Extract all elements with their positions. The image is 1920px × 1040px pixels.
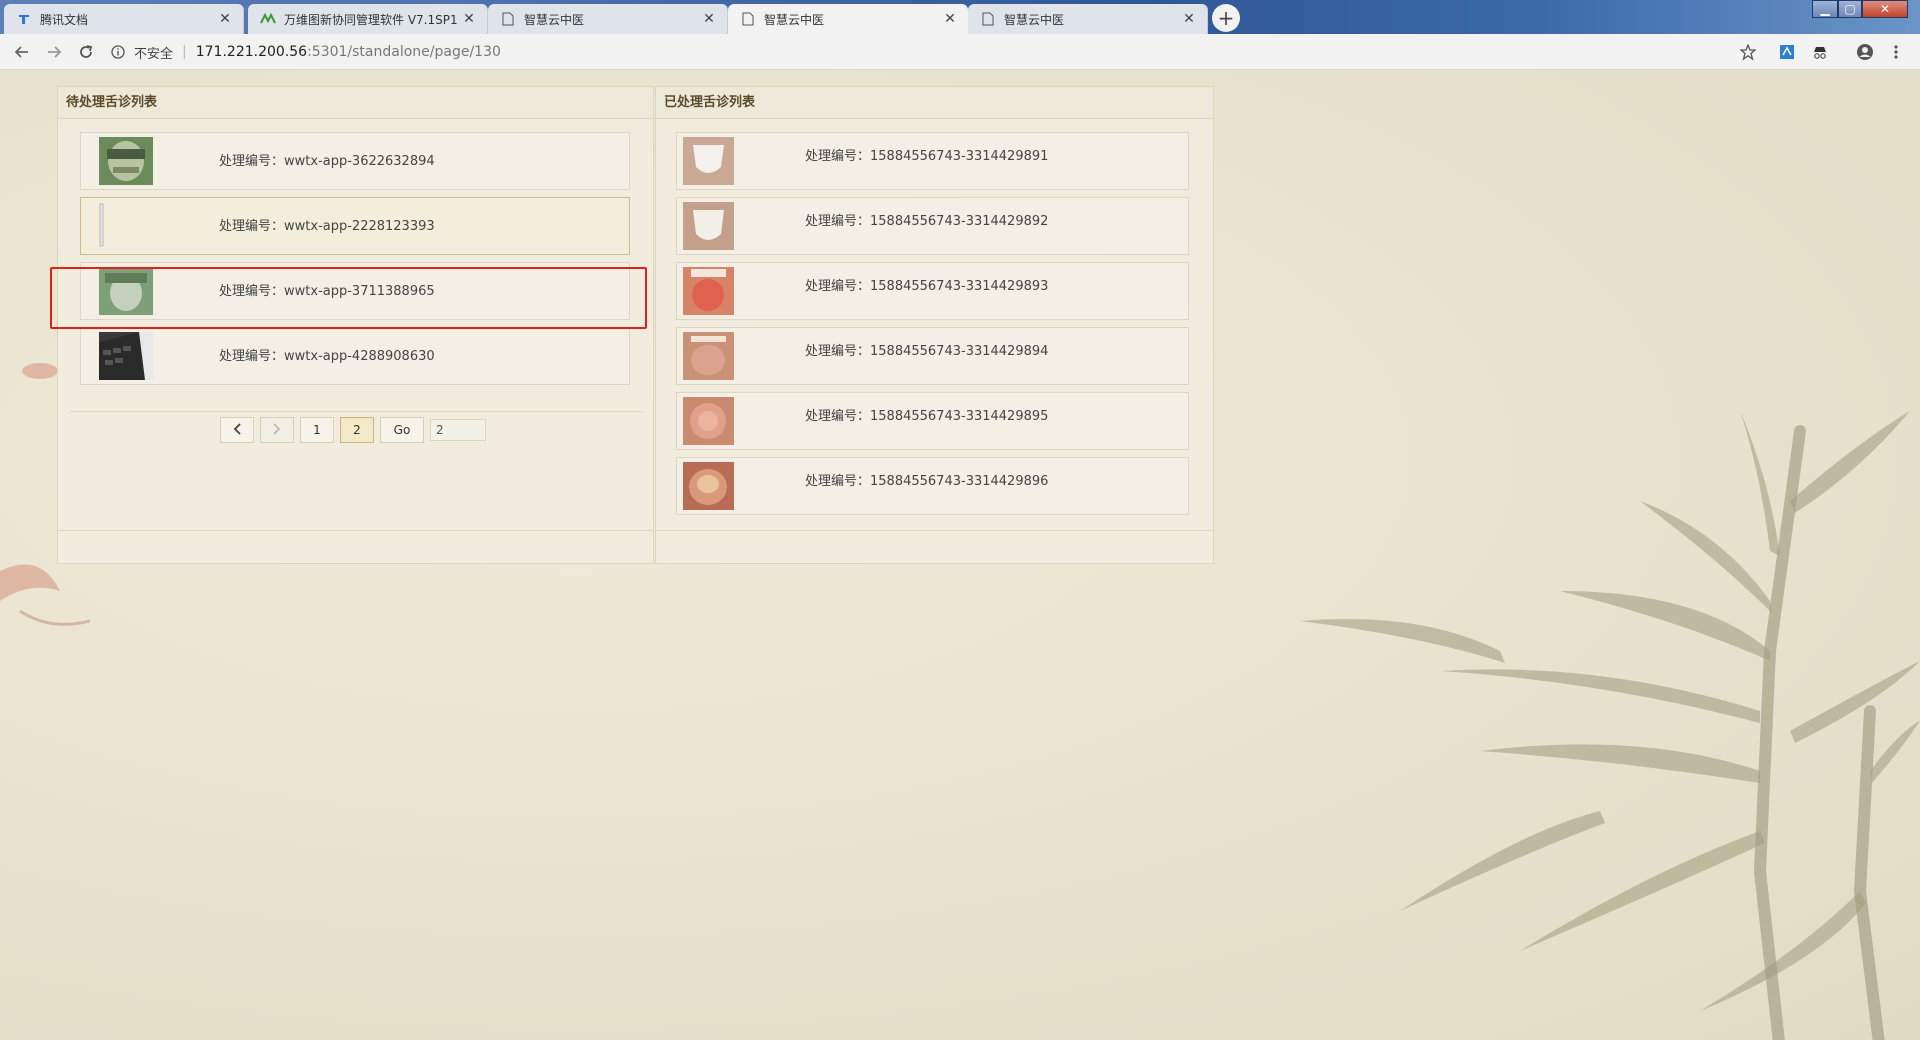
processed-list-panel: 已处理舌诊列表 处理编号：15884556743-3314429891 处理编号… [655, 86, 1214, 564]
pending-list-item[interactable]: 处理编号：wwtx-app-2228123393 [80, 197, 630, 255]
processed-list-item[interactable]: 处理编号：15884556743-3314429892 [676, 197, 1189, 255]
tab-strip: 腾讯文档 ✕ 万维图新协同管理软件 V7.1SP1 ✕ 智慧云中医 ✕ 智慧云中… [0, 0, 1920, 34]
item-label: 处理编号：wwtx-app-2228123393 [219, 219, 435, 234]
incognito-icon[interactable] [1808, 40, 1832, 64]
panel-footer [58, 530, 653, 563]
item-label: 处理编号：wwtx-app-3622632894 [219, 154, 435, 169]
close-icon[interactable]: ✕ [701, 11, 717, 27]
page-icon [500, 11, 516, 27]
blank-photo-thumbnail [99, 202, 153, 250]
browser-tab-3[interactable]: 智慧云中医 ✕ [488, 4, 728, 34]
processed-list-item[interactable]: 处理编号：15884556743-3314429891 [676, 132, 1189, 190]
processed-list-title: 已处理舌诊列表 [656, 87, 1213, 119]
tongue-photo-thumbnail [683, 332, 734, 380]
pending-list-item[interactable]: 处理编号：wwtx-app-3622632894 [80, 132, 630, 190]
pending-list-title: 待处理舌诊列表 [58, 87, 653, 119]
menu-icon[interactable] [1884, 40, 1908, 64]
keyboard-photo-thumbnail [99, 332, 153, 380]
processed-list-item[interactable]: 处理编号：15884556743-3314429895 [676, 392, 1189, 450]
tab-title: 智慧云中医 [524, 12, 585, 27]
profile-icon[interactable] [1853, 40, 1877, 64]
close-icon[interactable]: ✕ [1181, 11, 1197, 27]
url-host: 171.221.200.56 [195, 44, 308, 60]
selection-highlight [50, 267, 647, 329]
tencent-docs-icon [16, 11, 32, 27]
chevron-right-icon [273, 422, 281, 438]
chevron-left-icon [233, 422, 241, 438]
page-button-1[interactable]: 1 [300, 417, 334, 443]
next-page-button[interactable] [260, 417, 294, 443]
item-label: 处理编号：15884556743-3314429893 [805, 279, 1049, 294]
extension-icon[interactable] [1775, 40, 1799, 64]
maximize-button[interactable]: ▢ [1838, 0, 1862, 18]
close-window-button[interactable]: ✕ [1862, 0, 1908, 18]
tongue-photo-thumbnail [683, 202, 734, 250]
item-label: 处理编号：15884556743-3314429891 [805, 149, 1049, 164]
close-icon[interactable]: ✕ [217, 11, 233, 27]
star-icon[interactable] [1736, 40, 1760, 64]
page-number-input[interactable] [430, 419, 486, 441]
processed-list-item[interactable]: 处理编号：15884556743-3314429896 [676, 457, 1189, 515]
pending-list-item[interactable]: 处理编号：wwtx-app-4288908630 [80, 327, 630, 385]
address-bar[interactable]: 不安全 | 171.221.200.56 :5301/standalone/pa… [110, 39, 1750, 65]
item-label: 处理编号：wwtx-app-4288908630 [219, 349, 435, 364]
browser-tab-2[interactable]: 万维图新协同管理软件 V7.1SP1 ✕ [248, 4, 488, 34]
tongue-photo-thumbnail [683, 462, 734, 510]
info-icon[interactable] [110, 44, 126, 60]
browser-toolbar: 不安全 | 171.221.200.56 :5301/standalone/pa… [0, 34, 1920, 70]
security-label: 不安全 [134, 46, 174, 62]
page-icon [740, 11, 756, 27]
tab-title: 万维图新协同管理软件 V7.1SP1 [284, 12, 458, 27]
item-label: 处理编号：15884556743-3314429894 [805, 344, 1049, 359]
tongue-photo-thumbnail [683, 397, 734, 445]
prev-page-button[interactable] [220, 417, 254, 443]
address-separator: | [182, 44, 187, 60]
list-divider [70, 411, 643, 412]
tongue-photo-thumbnail [683, 137, 734, 185]
tab-title: 智慧云中医 [1004, 12, 1065, 27]
app-logo-icon [260, 11, 276, 27]
item-label: 处理编号：15884556743-3314429895 [805, 409, 1049, 424]
go-button[interactable]: Go [380, 417, 424, 443]
panel-footer [656, 530, 1213, 563]
tongue-photo-thumbnail [683, 267, 734, 315]
close-icon[interactable]: ✕ [461, 11, 477, 27]
url-path: :5301/standalone/page/130 [307, 44, 501, 60]
processed-list-item[interactable]: 处理编号：15884556743-3314429893 [676, 262, 1189, 320]
page-icon [980, 11, 996, 27]
browser-tab-5[interactable]: 智慧云中医 ✕ [968, 4, 1208, 34]
item-label: 处理编号：15884556743-3314429896 [805, 474, 1049, 489]
forward-icon[interactable] [42, 40, 66, 64]
close-icon[interactable]: ✕ [942, 11, 958, 27]
tab-title: 智慧云中医 [764, 12, 825, 27]
back-icon[interactable] [10, 40, 34, 64]
reload-icon[interactable] [74, 40, 98, 64]
minimize-button[interactable]: ▁ [1812, 0, 1838, 18]
tab-title: 腾讯文档 [40, 12, 89, 27]
pagination: 1 2 Go [220, 417, 486, 443]
browser-tab-1[interactable]: 腾讯文档 ✕ [4, 4, 244, 34]
item-label: 处理编号：15884556743-3314429892 [805, 214, 1049, 229]
page-content: 待处理舌诊列表 处理编号：wwtx-app-3622632894 处理编号：ww… [0, 71, 1920, 1040]
browser-tab-4[interactable]: 智慧云中医 ✕ [728, 4, 968, 34]
processed-list-item[interactable]: 处理编号：15884556743-3314429894 [676, 327, 1189, 385]
face-photo-thumbnail [99, 137, 153, 185]
new-tab-button[interactable]: + [1212, 4, 1240, 32]
page-button-2[interactable]: 2 [340, 417, 374, 443]
